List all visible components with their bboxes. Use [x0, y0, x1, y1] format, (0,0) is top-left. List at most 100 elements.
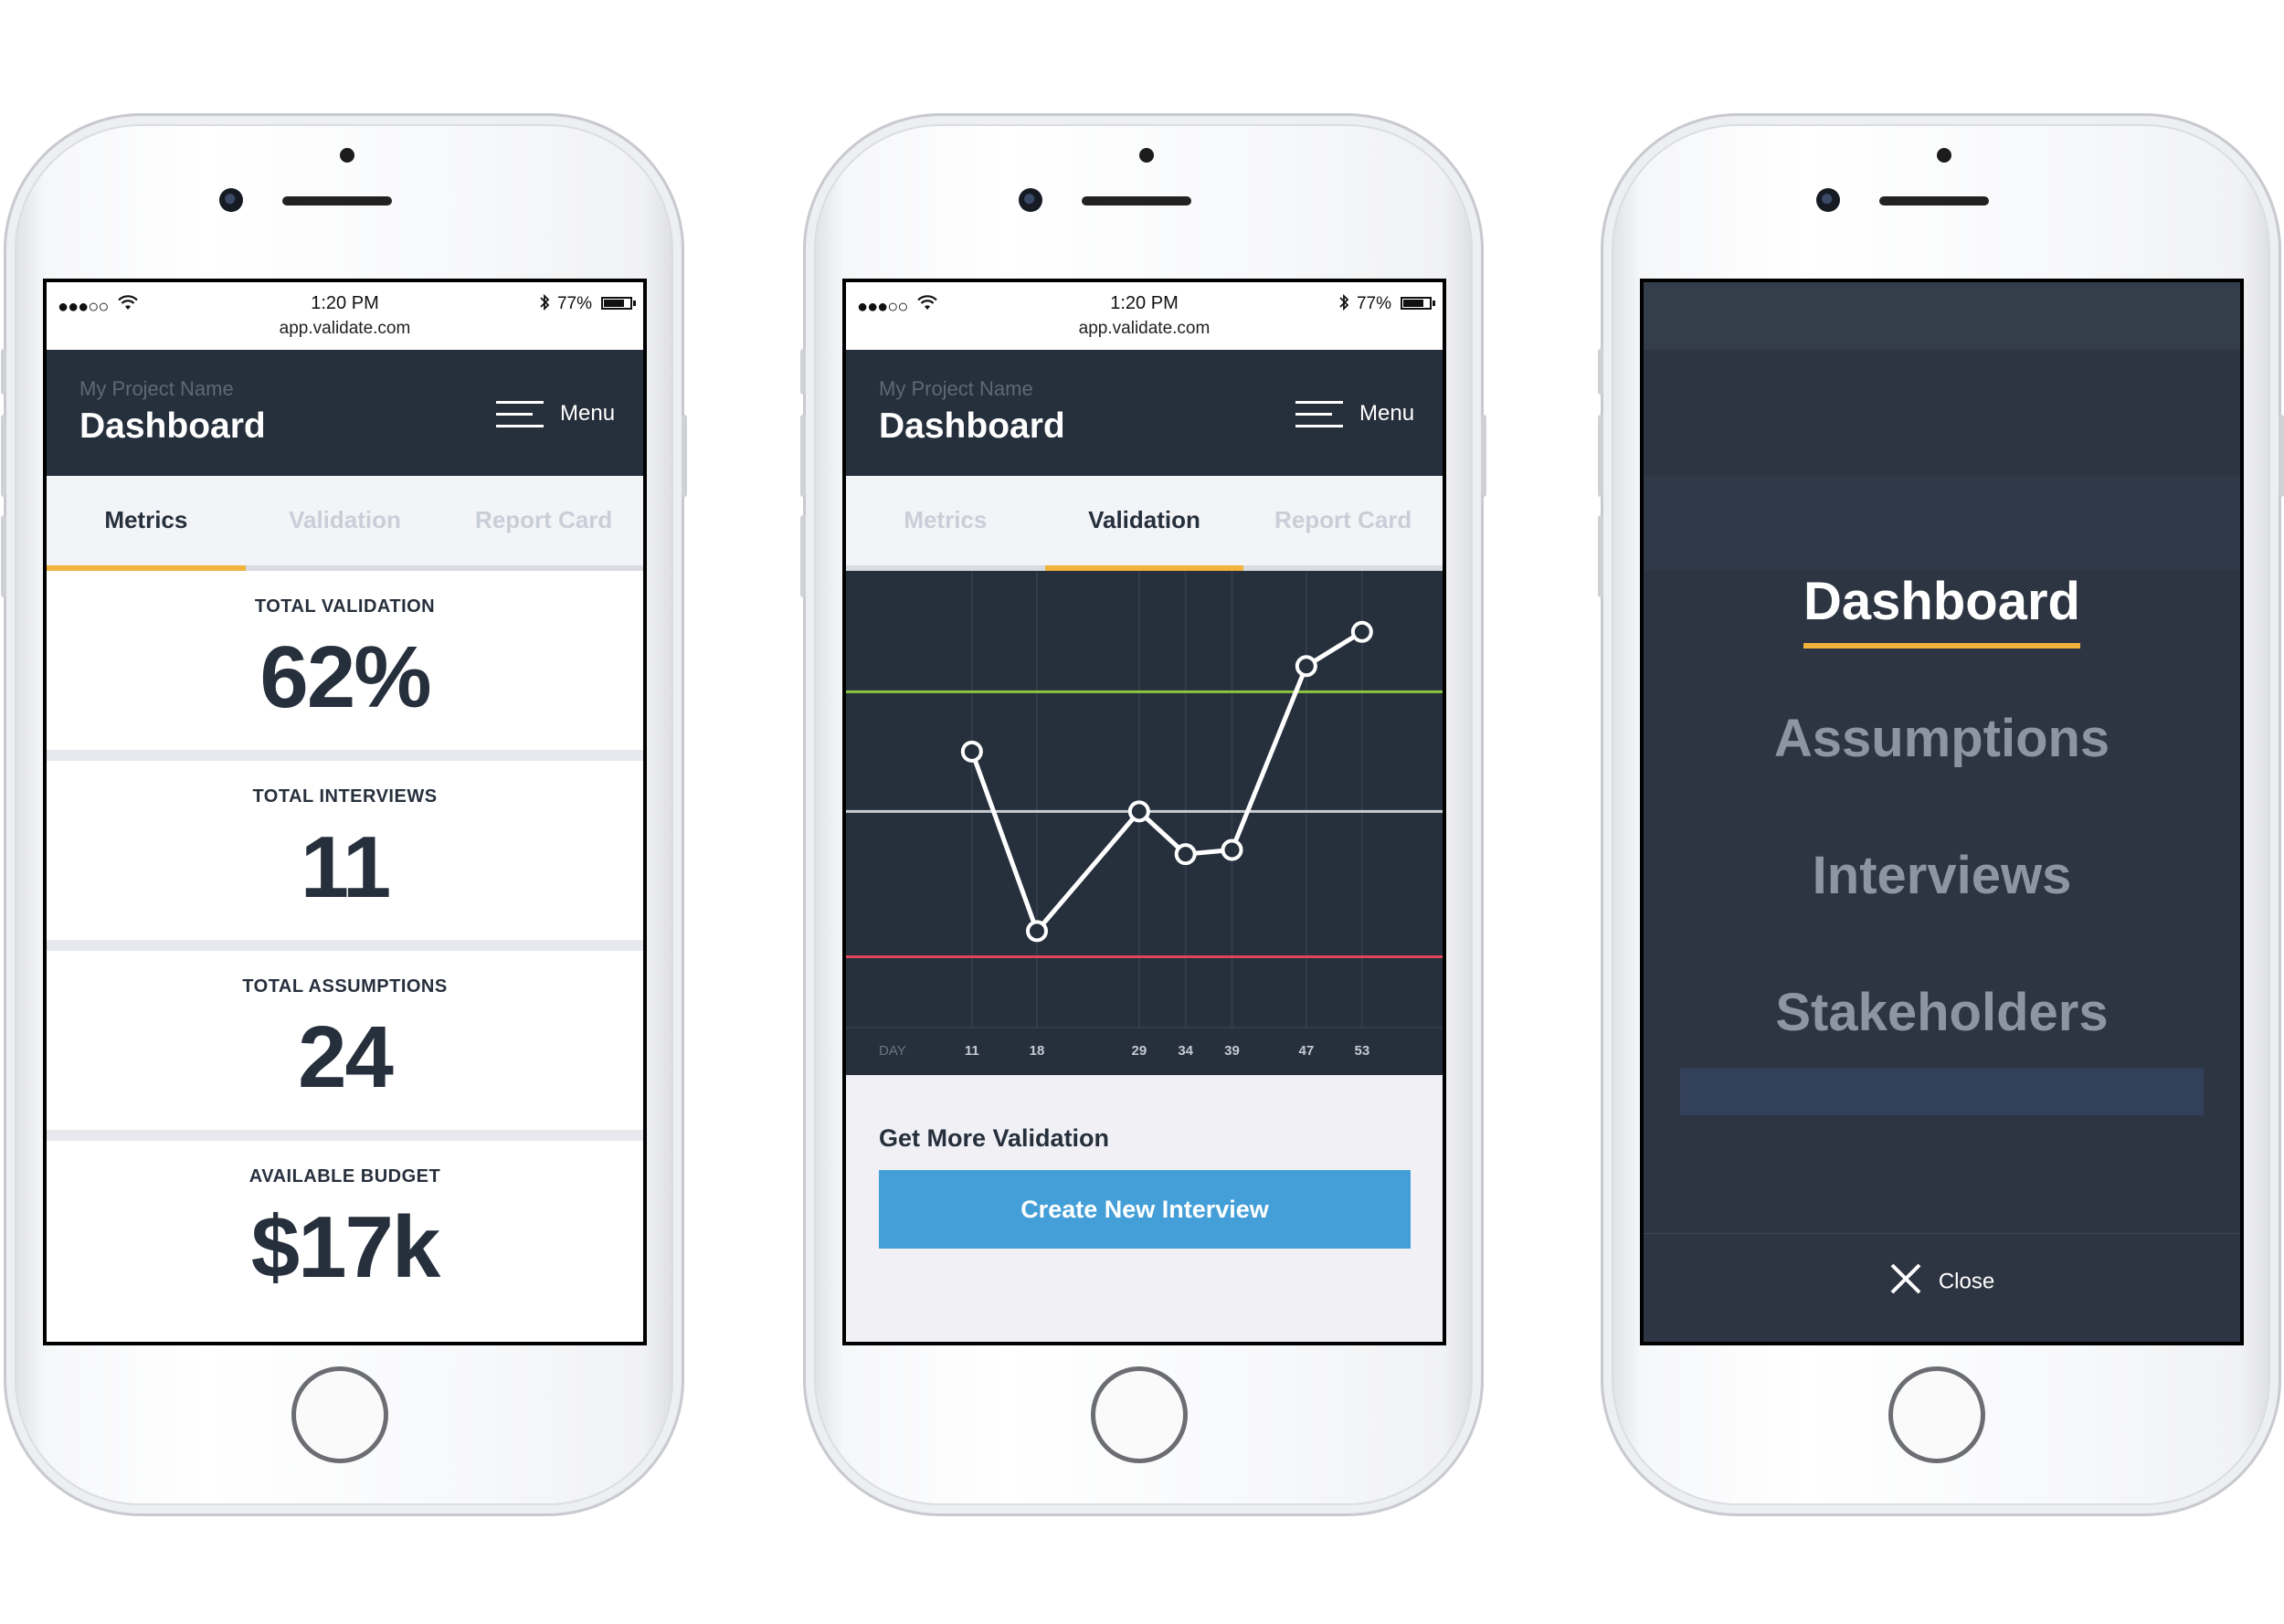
- tab-report-card[interactable]: Report Card: [1243, 476, 1443, 571]
- mute-switch: [1598, 349, 1603, 395]
- screen: Dashboard Assumptions Interviews Stakeho…: [1640, 279, 2244, 1345]
- tab-report-card[interactable]: Report Card: [444, 476, 643, 571]
- page-title: Dashboard: [79, 406, 266, 446]
- volume-down-button: [1598, 515, 1603, 597]
- status-bar: ●●●○○ 1:20 PM app.validate.com 77%: [47, 282, 643, 350]
- battery-tip: [1433, 301, 1435, 306]
- divider: [1644, 1233, 2240, 1234]
- metric-label: TOTAL VALIDATION: [254, 596, 436, 617]
- menu-button[interactable]: Menu: [560, 401, 615, 427]
- metric-label: TOTAL INTERVIEWS: [252, 786, 438, 807]
- close-button[interactable]: Close: [1644, 1260, 2240, 1305]
- front-camera: [219, 188, 243, 212]
- clock: 1:20 PM: [311, 293, 379, 313]
- tab-bar: Metrics Validation Report Card: [846, 476, 1443, 571]
- data-point: [960, 740, 983, 763]
- battery-icon: [601, 297, 632, 310]
- volume-up-button: [800, 415, 806, 497]
- x-tick-label: 18: [1030, 1043, 1045, 1059]
- battery-fill: [1403, 300, 1423, 307]
- metric-card-budget: AVAILABLE BUDGET $17k: [47, 1141, 643, 1320]
- metric-value: 24: [298, 1008, 394, 1106]
- power-button: [1481, 415, 1486, 497]
- x-tick-label: 11: [965, 1043, 979, 1059]
- section-title: Get More Validation: [879, 1124, 1110, 1152]
- clock: 1:20 PM: [1110, 293, 1179, 313]
- metric-card-validation: TOTAL VALIDATION 62%: [47, 571, 643, 750]
- volume-up-button: [1, 415, 6, 497]
- close-label: Close: [1938, 1269, 1995, 1294]
- metric-value: 11: [300, 818, 391, 916]
- mute-switch: [800, 349, 806, 395]
- home-button: [1888, 1366, 1985, 1463]
- page-title: Dashboard: [879, 406, 1065, 446]
- battery-fill: [604, 300, 624, 307]
- x-tick-label: 47: [1298, 1043, 1314, 1059]
- bluetooth-icon: [1338, 293, 1349, 316]
- metric-label: AVAILABLE BUDGET: [248, 1166, 441, 1186]
- screen: ●●●○○ 1:20 PM app.validate.com 77% My Pr…: [43, 279, 647, 1345]
- data-point: [1350, 620, 1373, 643]
- proximity-sensor: [1139, 148, 1154, 163]
- volume-up-button: [1598, 415, 1603, 497]
- data-point: [1295, 655, 1317, 678]
- nav-item-stakeholders[interactable]: Stakeholders: [1644, 958, 2240, 1095]
- nav-item-interviews[interactable]: Interviews: [1644, 821, 2240, 958]
- url-bar[interactable]: app.validate.com: [846, 319, 1443, 339]
- tab-validation[interactable]: Validation: [246, 476, 445, 571]
- battery-percent: 77%: [556, 294, 592, 313]
- close-icon: [1889, 1260, 1922, 1305]
- validation-chart: DAY 11 18 29 34 39 47 53: [846, 571, 1443, 1075]
- hamburger-icon[interactable]: [496, 401, 544, 428]
- earpiece-speaker: [1879, 196, 1989, 206]
- battery-percent: 77%: [1356, 294, 1391, 313]
- front-camera: [1019, 188, 1042, 212]
- app-header: My Project Name Dashboard Menu: [846, 350, 1443, 476]
- project-name: My Project Name: [79, 377, 234, 400]
- validation-actions: Get More Validation Create New Interview: [846, 1075, 1443, 1342]
- phone-validation: ●●●○○ 1:20 PM app.validate.com 77% My Pr…: [800, 113, 1486, 1516]
- front-camera: [1816, 188, 1840, 212]
- volume-down-button: [800, 515, 806, 597]
- battery-icon: [1401, 297, 1432, 310]
- metric-label: TOTAL ASSUMPTIONS: [242, 976, 448, 997]
- menu-button[interactable]: Menu: [1359, 401, 1414, 427]
- screen: ●●●○○ 1:20 PM app.validate.com 77% My Pr…: [842, 279, 1446, 1345]
- series-line: [969, 629, 1364, 933]
- metric-value: $17k: [250, 1198, 441, 1296]
- blurred-status-bar: [1644, 282, 2240, 350]
- x-tick-label: 53: [1354, 1043, 1369, 1059]
- data-point: [1221, 838, 1243, 861]
- x-axis-label: DAY: [879, 1043, 906, 1059]
- mute-switch: [1, 349, 6, 395]
- data-point: [1026, 920, 1048, 943]
- status-bar: ●●●○○ 1:20 PM app.validate.com 77%: [846, 282, 1443, 350]
- metrics-list: TOTAL VALIDATION 62% TOTAL INTERVIEWS 11…: [47, 571, 643, 1320]
- proximity-sensor: [340, 148, 354, 163]
- url-bar[interactable]: app.validate.com: [47, 319, 643, 339]
- x-tick-label: 39: [1224, 1043, 1240, 1059]
- x-tick-label: 34: [1178, 1043, 1193, 1059]
- metric-value: 62%: [259, 628, 431, 726]
- tab-metrics[interactable]: Metrics: [47, 476, 246, 571]
- chart-svg: DAY 11 18 29 34 39 47 53: [846, 571, 1443, 1059]
- phone-metrics: ●●●○○ 1:20 PM app.validate.com 77% My Pr…: [1, 113, 687, 1516]
- nav-item-dashboard[interactable]: Dashboard: [1644, 547, 2240, 684]
- volume-down-button: [1, 515, 6, 597]
- app-header: My Project Name Dashboard Menu: [47, 350, 643, 476]
- home-button: [1091, 1366, 1188, 1463]
- tab-metrics[interactable]: Metrics: [846, 476, 1045, 571]
- nav-item-assumptions[interactable]: Assumptions: [1644, 684, 2240, 821]
- battery-tip: [633, 301, 636, 306]
- bluetooth-icon: [539, 293, 550, 316]
- hamburger-icon[interactable]: [1295, 401, 1343, 428]
- menu-overlay: Dashboard Assumptions Interviews Stakeho…: [1644, 282, 2240, 1342]
- earpiece-speaker: [282, 196, 392, 206]
- metric-card-interviews: TOTAL INTERVIEWS 11: [47, 761, 643, 940]
- proximity-sensor: [1937, 148, 1951, 163]
- create-interview-button[interactable]: Create New Interview: [879, 1170, 1411, 1249]
- tab-validation[interactable]: Validation: [1045, 476, 1244, 571]
- earpiece-speaker: [1082, 196, 1191, 206]
- nav-item-label: Dashboard: [1803, 561, 2080, 649]
- nav-menu: Dashboard Assumptions Interviews Stakeho…: [1644, 547, 2240, 1095]
